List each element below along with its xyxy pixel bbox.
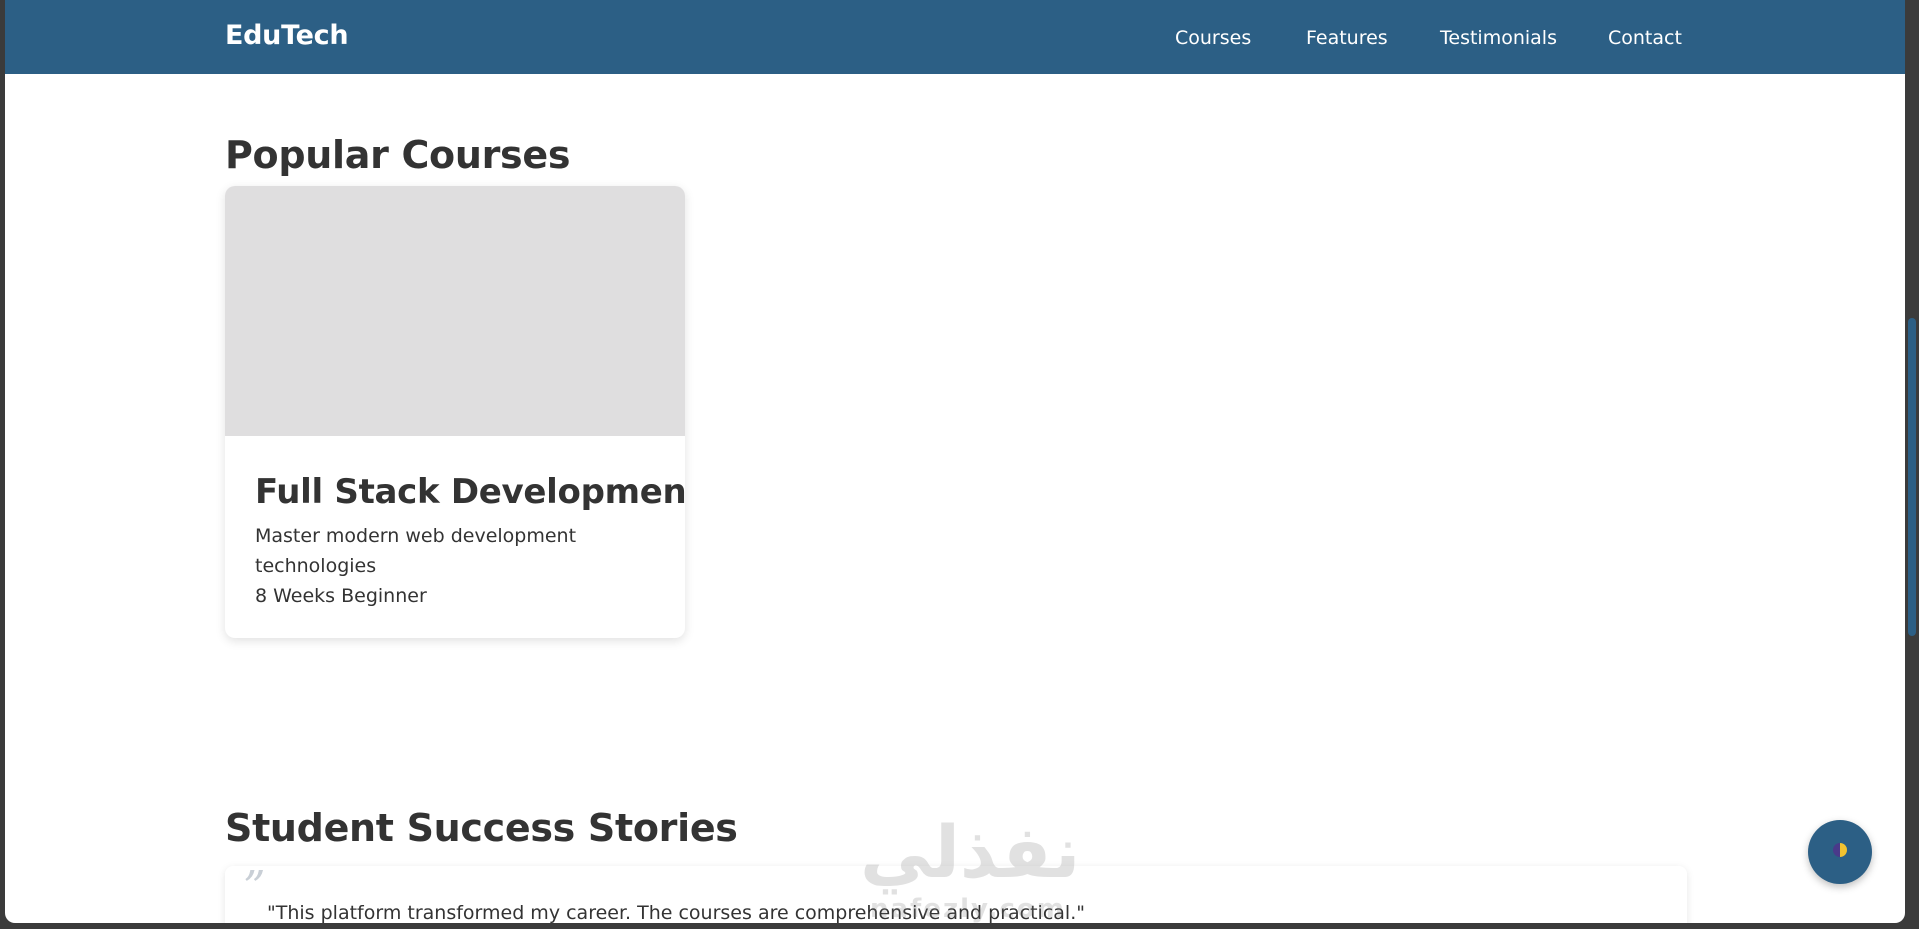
testimonial-text: "This platform transformed my career. Th…: [267, 902, 1085, 923]
course-meta: 8 Weeks Beginner: [255, 585, 427, 607]
brand-logo[interactable]: EduTech: [225, 20, 349, 51]
quote-icon: ”: [243, 862, 266, 913]
theme-toggle-icon: [1831, 841, 1849, 863]
page: EduTech Courses Features Testimonials Co…: [5, 0, 1905, 923]
nav-link-courses[interactable]: Courses: [1175, 27, 1251, 49]
course-card[interactable]: Full Stack Development Master modern web…: [225, 186, 685, 638]
course-title: Full Stack Development: [255, 472, 685, 512]
scrollbar-thumb[interactable]: [1908, 318, 1916, 636]
testimonials-section-title: Student Success Stories: [225, 806, 738, 850]
courses-section-title: Popular Courses: [225, 133, 571, 177]
theme-toggle-button[interactable]: [1808, 820, 1872, 884]
nav-link-features[interactable]: Features: [1306, 27, 1388, 49]
testimonial-card: ” "This platform transformed my career. …: [225, 862, 1687, 923]
nav-link-testimonials[interactable]: Testimonials: [1440, 27, 1557, 49]
nav-link-contact[interactable]: Contact: [1608, 27, 1682, 49]
navbar: EduTech Courses Features Testimonials Co…: [5, 0, 1905, 74]
course-image-placeholder: [225, 186, 685, 436]
course-description: Master modern web development technologi…: [255, 525, 577, 577]
